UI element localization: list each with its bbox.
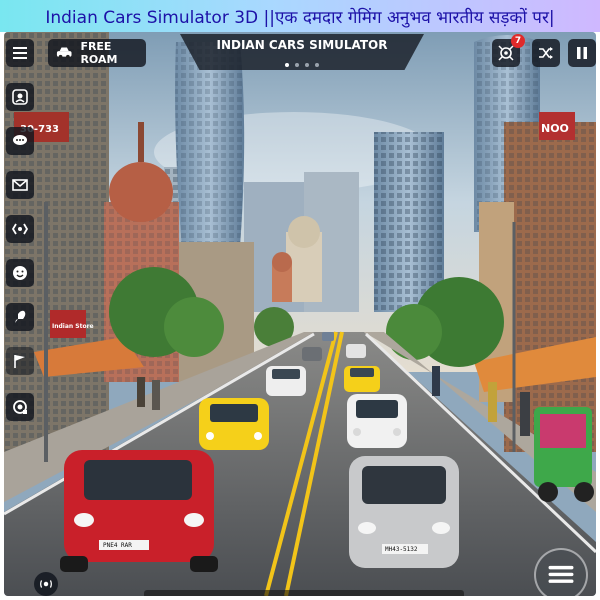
camera-button[interactable]	[6, 393, 34, 421]
carousel-dot[interactable]	[295, 63, 299, 67]
carousel-dot[interactable]	[315, 63, 319, 67]
game-viewport[interactable]: 30-733 Indian Store NOO PNE4 RAR MH43-51…	[4, 32, 596, 596]
bottom-panel-handle[interactable]	[144, 590, 464, 596]
profile-button[interactable]	[6, 83, 34, 111]
flag-icon	[14, 355, 25, 368]
code-button[interactable]	[6, 215, 34, 243]
flag-button[interactable]	[6, 347, 34, 375]
pedal-icon	[548, 565, 574, 583]
car-icon	[56, 47, 72, 59]
garage-button[interactable]: 7	[492, 34, 525, 67]
radio-icon	[40, 580, 52, 588]
code-icon	[11, 223, 29, 235]
shop-sign-indian: Indian Store	[52, 323, 94, 330]
carousel-dot[interactable]	[305, 63, 309, 67]
smiley-icon	[13, 266, 27, 280]
game-mode-label: FREE ROAM	[80, 40, 118, 66]
notification-badge: 7	[511, 34, 525, 48]
city-street-scene: 30-733 Indian Store NOO PNE4 RAR MH43-51…	[4, 32, 596, 596]
profile-icon	[12, 89, 28, 105]
game-mode-button[interactable]: FREE ROAM	[48, 39, 146, 67]
menu-button[interactable]	[6, 39, 34, 67]
chat-button[interactable]	[6, 127, 34, 155]
banner-title: Indian Cars Simulator 3D ||एक दमदार गेमि…	[0, 0, 600, 32]
radio-button[interactable]	[34, 572, 58, 596]
mail-icon	[12, 179, 28, 191]
pause-icon	[577, 47, 587, 59]
red-car-plate: PNE4 RAR	[103, 542, 132, 549]
shop-sign-right: NOO	[541, 122, 569, 135]
garage-icon	[498, 45, 514, 61]
carousel-dot[interactable]	[285, 63, 289, 67]
menu-icon	[13, 47, 27, 59]
accelerator-pedal-button[interactable]	[534, 548, 588, 596]
emote-button[interactable]	[6, 259, 34, 287]
game-title: INDIAN CARS SIMULATOR	[216, 38, 388, 52]
rocket-icon	[15, 310, 26, 323]
silver-car-plate: MH43-5132	[385, 546, 418, 553]
chat-icon	[13, 135, 27, 145]
camera-icon	[13, 400, 27, 414]
shuffle-icon	[539, 47, 553, 59]
carousel-dots	[180, 63, 424, 67]
pause-button[interactable]	[568, 39, 596, 67]
shuffle-button[interactable]	[532, 39, 560, 67]
game-title-plate: INDIAN CARS SIMULATOR	[180, 34, 424, 70]
boost-button[interactable]	[6, 303, 34, 331]
mail-button[interactable]	[6, 171, 34, 199]
